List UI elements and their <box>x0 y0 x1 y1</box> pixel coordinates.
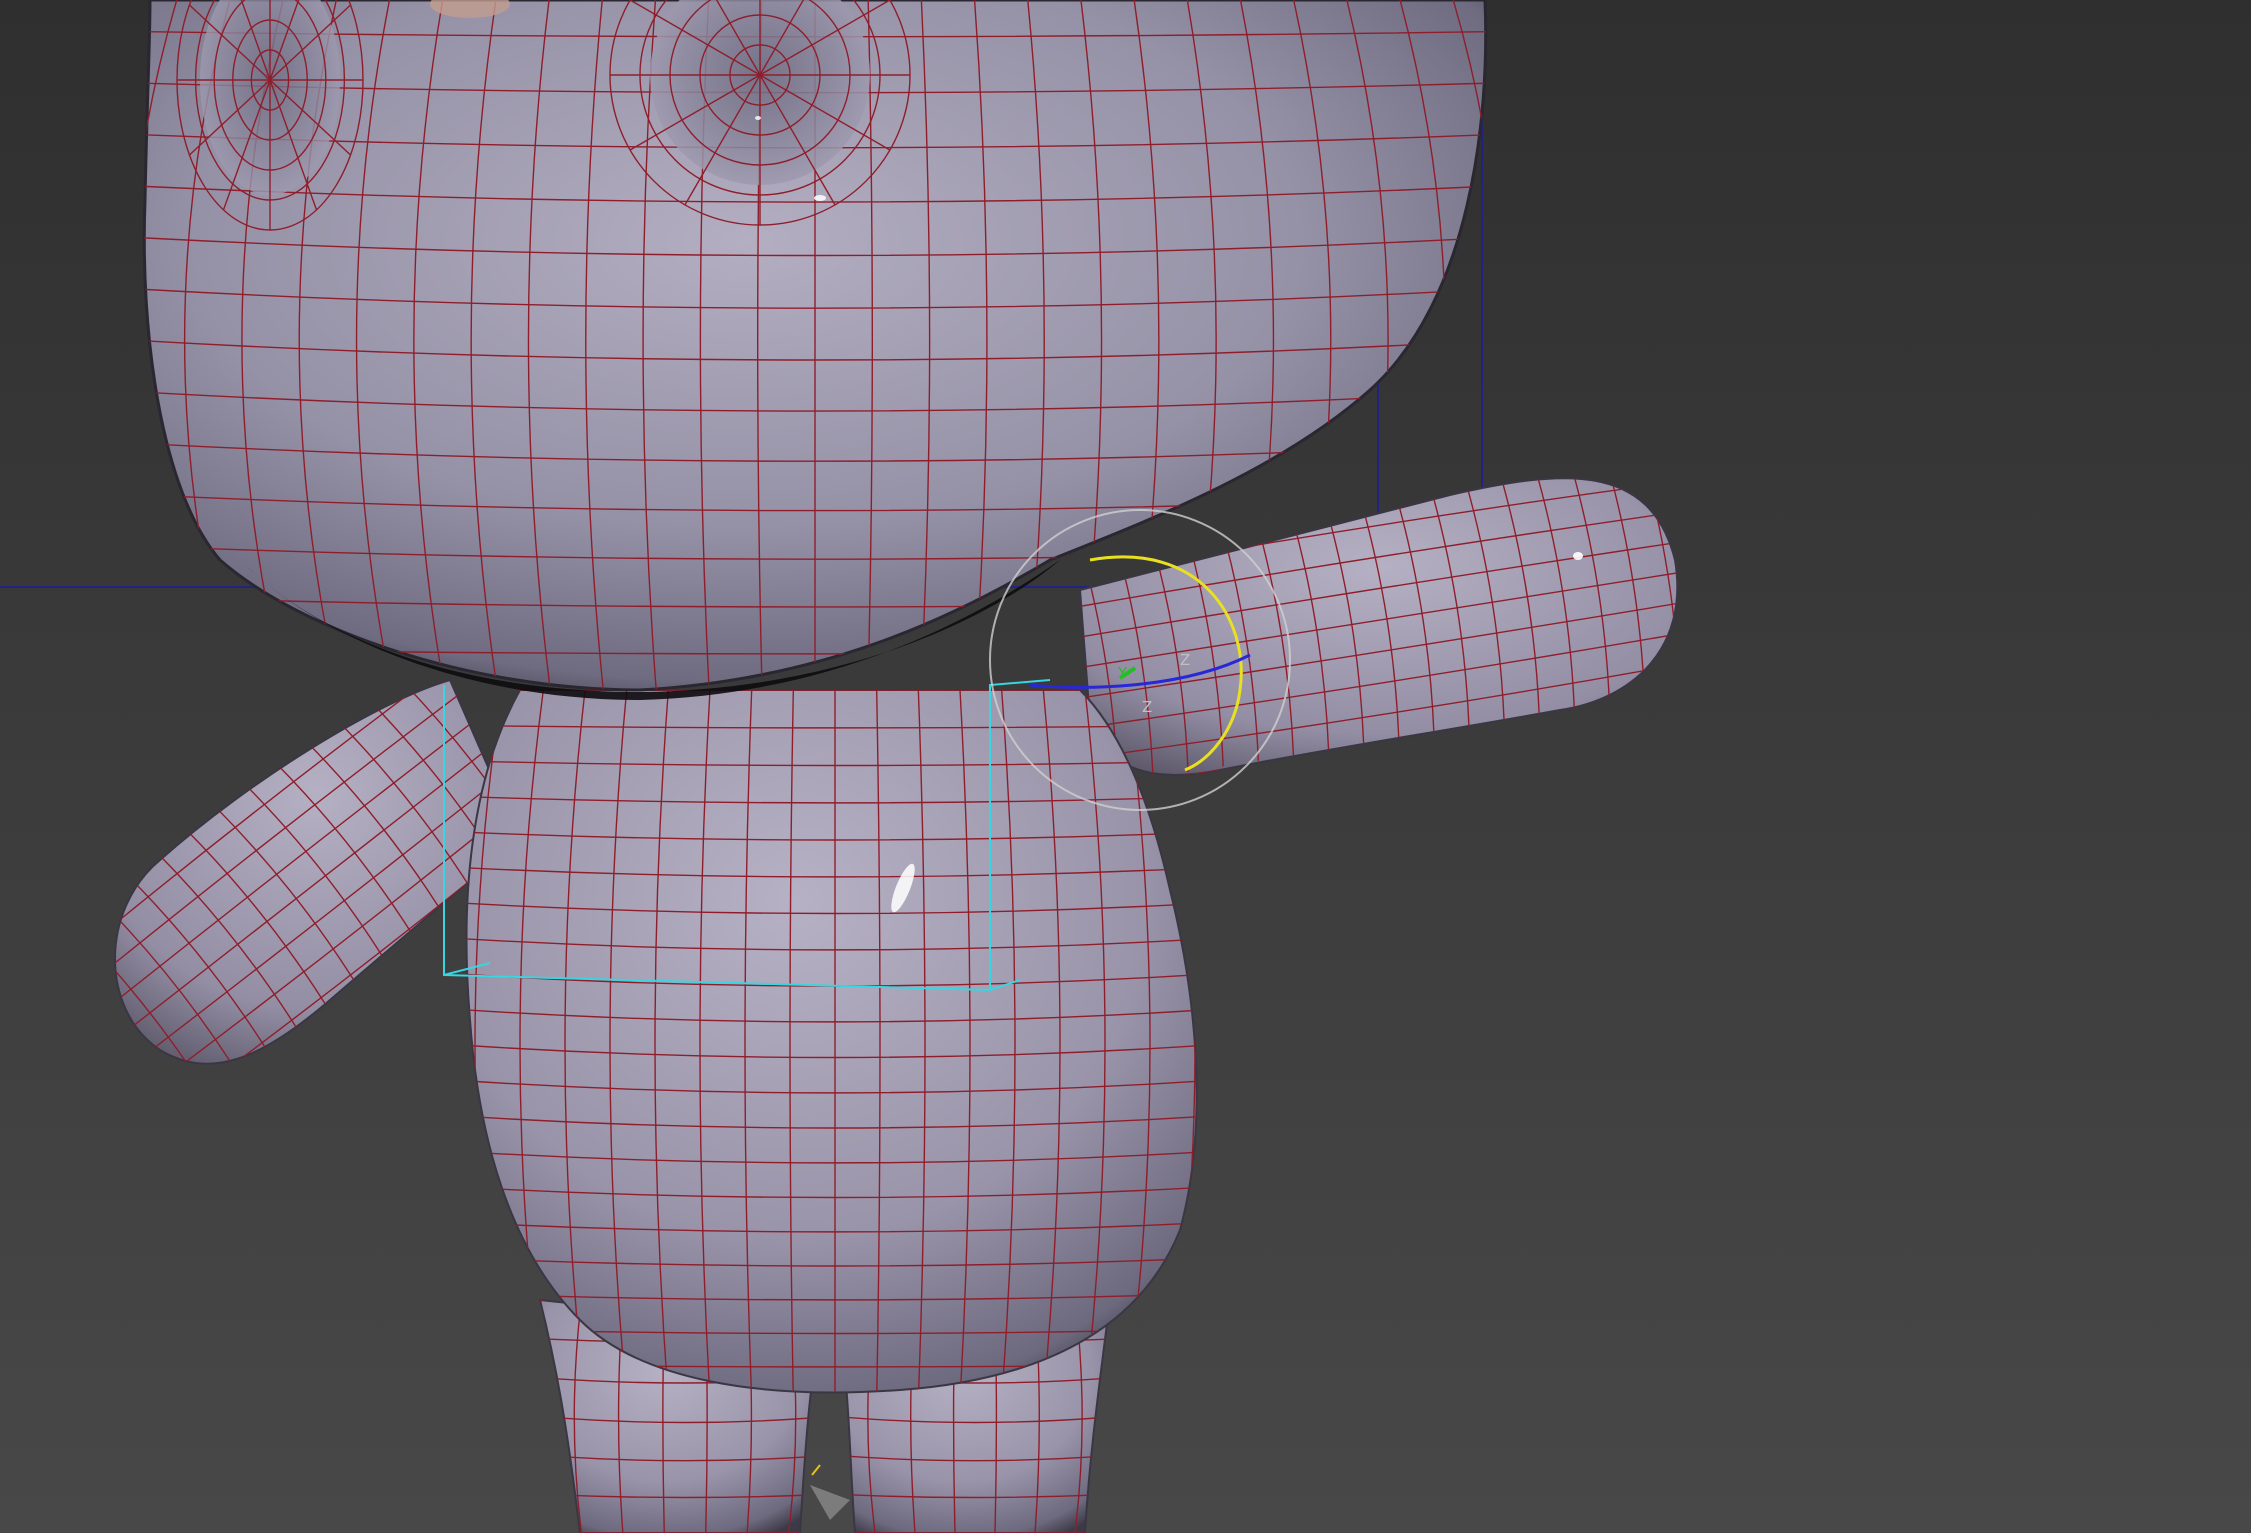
gizmo-axis-z-label: Z <box>1142 698 1152 716</box>
gizmo-axis-y-label: Y <box>1117 664 1128 682</box>
3d-viewport[interactable]: Y Z Z <box>0 0 2251 1533</box>
gizmo-axis-x-label: Z <box>1180 651 1190 669</box>
viewport-canvas[interactable]: Y Z Z <box>0 0 2251 1533</box>
